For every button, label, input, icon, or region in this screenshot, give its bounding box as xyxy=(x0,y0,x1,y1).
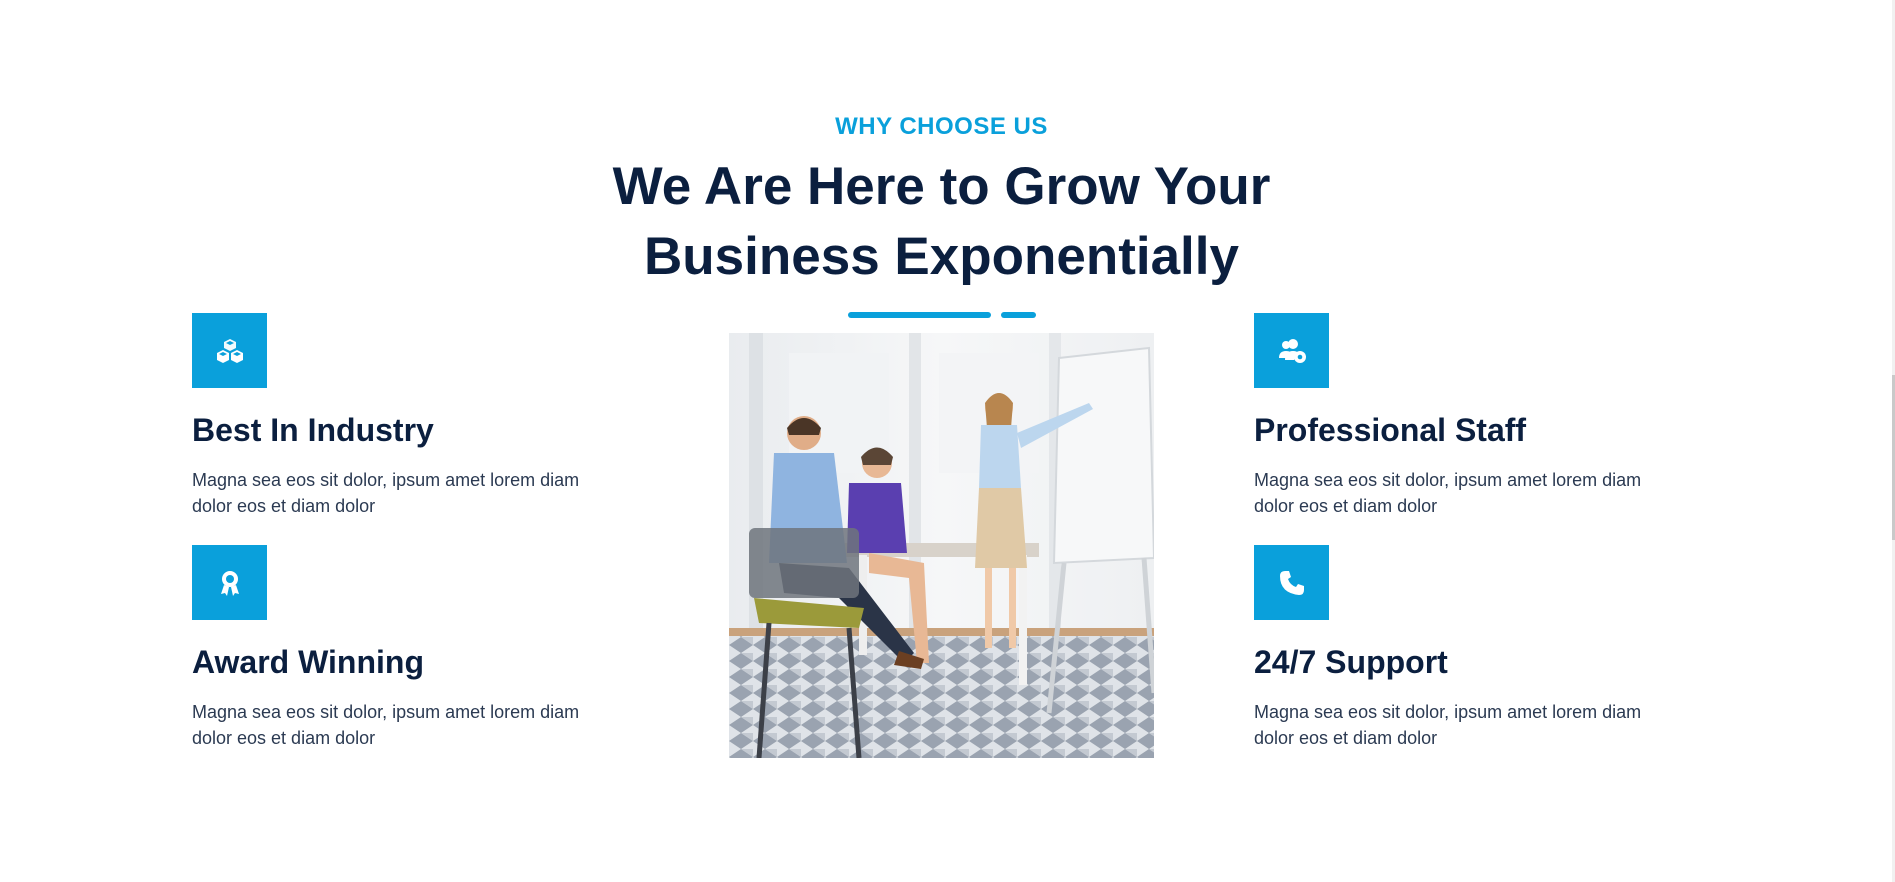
feature-description: Magna sea eos sit dolor, ipsum amet lore… xyxy=(192,470,580,516)
section-header: WHY CHOOSE US We Are Here to Grow Your B… xyxy=(0,110,1883,318)
feature-title: Best In Industry xyxy=(192,412,434,448)
underline-bar-long xyxy=(847,312,991,318)
section-headline: We Are Here to Grow Your Business Expone… xyxy=(612,157,1271,286)
users-cog-icon xyxy=(1254,313,1329,388)
why-choose-us-section: WHY CHOOSE US We Are Here to Grow Your B… xyxy=(0,0,1895,882)
feature-award-winning: Award Winning Magna sea eos sit dolor, i… xyxy=(192,545,652,751)
feature-best-in-industry: Best In Industry Magna sea eos sit dolor… xyxy=(192,313,652,519)
feature-title: Award Winning xyxy=(192,644,424,680)
feature-title: 24/7 Support xyxy=(1254,644,1448,680)
cubes-icon xyxy=(192,313,267,388)
underline-bar-short xyxy=(1000,312,1036,318)
office-meeting-photo xyxy=(729,333,1154,758)
feature-24-7-support: 24/7 Support Magna sea eos sit dolor, ip… xyxy=(1254,545,1714,751)
feature-description: Magna sea eos sit dolor, ipsum amet lore… xyxy=(1254,470,1642,516)
heading-underline xyxy=(847,312,1036,318)
award-icon xyxy=(192,545,267,620)
feature-professional-staff: Professional Staff Magna sea eos sit dol… xyxy=(1254,313,1714,519)
phone-icon xyxy=(1254,545,1329,620)
section-kicker: WHY CHOOSE US xyxy=(835,113,1048,140)
feature-title: Professional Staff xyxy=(1254,412,1527,448)
feature-description: Magna sea eos sit dolor, ipsum amet lore… xyxy=(192,702,580,748)
feature-description: Magna sea eos sit dolor, ipsum amet lore… xyxy=(1254,702,1642,748)
